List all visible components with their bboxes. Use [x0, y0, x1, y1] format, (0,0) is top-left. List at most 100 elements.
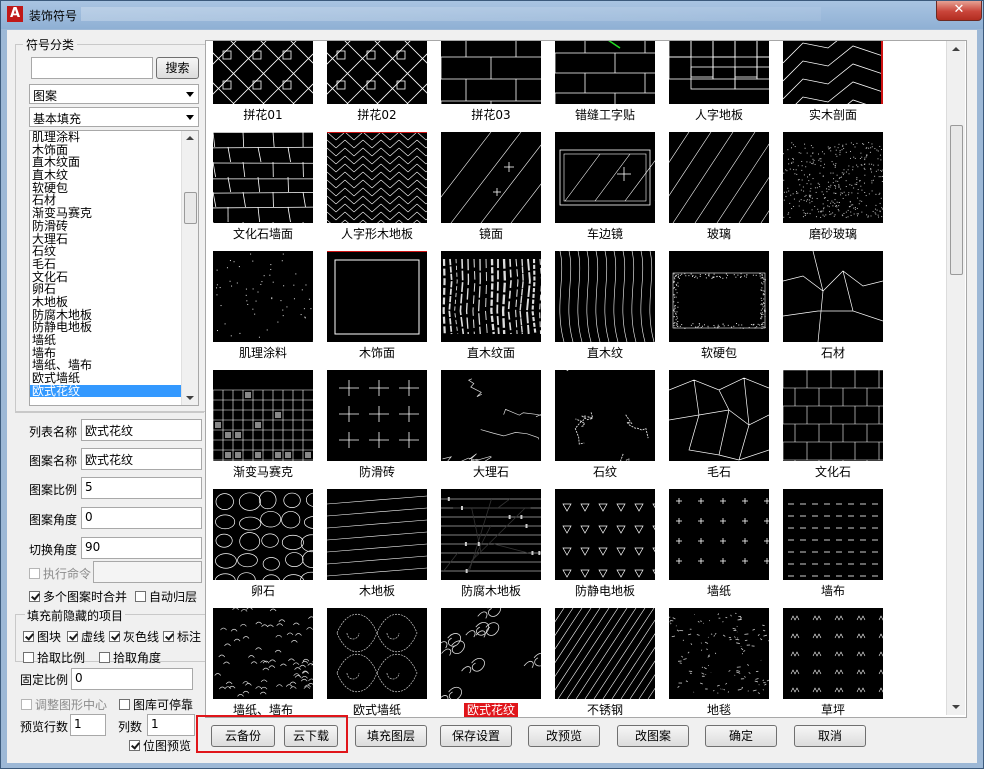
- pattern-tile[interactable]: [441, 132, 541, 223]
- pattern-tile[interactable]: [213, 41, 313, 104]
- pattern-tile[interactable]: [555, 608, 655, 699]
- pattern-tile[interactable]: [669, 41, 769, 104]
- pattern-tile[interactable]: [327, 251, 427, 342]
- symbol-list-item[interactable]: 墙纸: [30, 334, 198, 347]
- symbol-list-item[interactable]: 渐变马赛克: [30, 207, 198, 220]
- adjust-center-checkbox[interactable]: 调整图形中心: [21, 696, 107, 713]
- pattern-caption[interactable]: 渐变马赛克: [206, 463, 320, 480]
- pattern-tile[interactable]: [669, 608, 769, 699]
- pattern-caption[interactable]: 拼花02: [320, 106, 434, 123]
- pattern-caption[interactable]: 防腐木地板: [434, 582, 548, 599]
- pattern-tile[interactable]: [555, 41, 655, 104]
- columns-input[interactable]: 1: [147, 714, 195, 736]
- pattern-caption[interactable]: 人字地板: [662, 106, 776, 123]
- list-scroll-thumb[interactable]: [184, 192, 197, 224]
- symbol-list-item[interactable]: 木地板: [30, 296, 198, 309]
- pattern-caption[interactable]: 软硬包: [662, 344, 776, 361]
- gallery-scrollbar[interactable]: [946, 41, 965, 715]
- checkbox-box[interactable]: [29, 591, 40, 602]
- pattern-caption[interactable]: 直木纹面: [434, 344, 548, 361]
- exec-cmd-input[interactable]: [93, 561, 202, 583]
- pattern-caption[interactable]: 大理石: [434, 463, 548, 480]
- pattern-caption[interactable]: 磨砂玻璃: [776, 225, 890, 242]
- pattern-tile[interactable]: [327, 608, 427, 699]
- pattern-caption[interactable]: 拼花03: [434, 106, 548, 123]
- checkbox-box[interactable]: [99, 652, 110, 663]
- pattern-tile[interactable]: [213, 132, 313, 223]
- preview-rows-input[interactable]: 1: [70, 714, 106, 736]
- pattern-tile[interactable]: [441, 489, 541, 580]
- pattern-caption[interactable]: 直木纹: [548, 344, 662, 361]
- gallery-scroll-thumb[interactable]: [950, 125, 963, 275]
- pattern-tile[interactable]: [327, 370, 427, 461]
- pattern-tile[interactable]: [555, 489, 655, 580]
- pattern-tile[interactable]: [213, 370, 313, 461]
- checkbox-box[interactable]: [119, 699, 130, 710]
- pattern-caption[interactable]: 人字形木地板: [320, 225, 434, 242]
- pattern-tile[interactable]: [555, 370, 655, 461]
- title-bar[interactable]: A 装饰符号 ✕: [1, 1, 983, 29]
- pattern-tile[interactable]: [555, 251, 655, 342]
- search-input[interactable]: [31, 57, 153, 79]
- pattern-caption[interactable]: 毛石: [662, 463, 776, 480]
- pattern-tile[interactable]: [783, 41, 883, 104]
- hide-annot-checkbox[interactable]: 标注: [163, 628, 201, 645]
- pattern-caption[interactable]: 实木剖面: [776, 106, 890, 123]
- pattern-tile[interactable]: [441, 251, 541, 342]
- checkbox-box[interactable]: [163, 631, 174, 642]
- pattern-tile[interactable]: [783, 251, 883, 342]
- symbol-list-item[interactable]: 欧式花纹: [30, 385, 198, 398]
- bitmap-preview-checkbox[interactable]: 位图预览: [129, 737, 191, 754]
- close-button[interactable]: ✕: [936, 1, 982, 21]
- symbol-list-item[interactable]: 防滑砖: [30, 220, 198, 233]
- exec-cmd-checkbox[interactable]: 执行命令: [29, 565, 91, 582]
- pattern-tile[interactable]: [441, 370, 541, 461]
- pattern-caption[interactable]: 防滑砖: [320, 463, 434, 480]
- cancel-button[interactable]: 取消: [794, 725, 866, 747]
- symbol-listbox[interactable]: 肌理涂料 木饰面 直木纹面 直木纹 软硬包 石材 渐变马赛克 防滑砖 大理石 石纹 毛石 文化石 卵石木…: [29, 130, 199, 406]
- change-pattern-button[interactable]: 改图案: [617, 725, 689, 747]
- pattern-angle-input[interactable]: 0: [81, 507, 202, 529]
- pattern-caption[interactable]: 卵石: [206, 582, 320, 599]
- symbol-list-item[interactable]: 毛石: [30, 258, 198, 271]
- pattern-tile[interactable]: [441, 41, 541, 104]
- pattern-tile[interactable]: [327, 132, 427, 223]
- pattern-tile[interactable]: [213, 489, 313, 580]
- symbol-list-item[interactable]: 欧式墙纸: [30, 372, 198, 385]
- dock-checkbox[interactable]: 图库可停靠: [119, 696, 193, 713]
- pattern-caption[interactable]: 拼花01: [206, 106, 320, 123]
- pattern-tile[interactable]: [669, 251, 769, 342]
- pattern-tile[interactable]: [669, 370, 769, 461]
- pattern-caption[interactable]: 肌理涂料: [206, 344, 320, 361]
- pattern-tile[interactable]: [783, 132, 883, 223]
- category-select[interactable]: 基本填充: [29, 107, 199, 127]
- pattern-scale-input[interactable]: 5: [81, 477, 202, 499]
- pattern-caption[interactable]: 欧式花纹: [434, 701, 548, 717]
- checkbox-box[interactable]: [135, 591, 146, 602]
- ok-button[interactable]: 确定: [705, 725, 777, 747]
- pattern-tile[interactable]: [669, 132, 769, 223]
- pattern-caption[interactable]: 木地板: [320, 582, 434, 599]
- fixed-scale-input[interactable]: 0: [71, 668, 193, 690]
- pattern-tile[interactable]: [327, 489, 427, 580]
- pattern-caption[interactable]: 车边镜: [548, 225, 662, 242]
- scroll-up-icon[interactable]: [952, 47, 960, 51]
- pattern-gallery[interactable]: 拼花01 拼花02 拼花03 错缝工字贴 人字地板 实木剖面 文化石墙面 人字形木地板 镜面 车边…: [205, 40, 967, 718]
- scroll-down-icon[interactable]: [952, 705, 960, 709]
- scroll-down-icon[interactable]: [186, 396, 194, 400]
- pattern-tile[interactable]: [441, 608, 541, 699]
- pattern-caption[interactable]: 错缝工字贴: [548, 106, 662, 123]
- pattern-caption[interactable]: 木饰面: [320, 344, 434, 361]
- pattern-tile[interactable]: [327, 41, 427, 104]
- list-scrollbar[interactable]: [181, 131, 198, 405]
- scroll-up-icon[interactable]: [186, 136, 194, 140]
- checkbox-box[interactable]: [67, 631, 78, 642]
- checkbox-box[interactable]: [109, 631, 120, 642]
- merge-checkbox[interactable]: 多个图案时合并: [29, 588, 127, 605]
- symbol-list-item[interactable]: 直木纹: [30, 169, 198, 182]
- pattern-caption[interactable]: 文化石墙面: [206, 225, 320, 242]
- list-name-input[interactable]: 欧式花纹: [81, 419, 202, 441]
- pattern-caption[interactable]: 地毯: [662, 701, 776, 717]
- pick-angle-checkbox[interactable]: 拾取角度: [99, 649, 161, 666]
- pattern-caption[interactable]: 墙布: [776, 582, 890, 599]
